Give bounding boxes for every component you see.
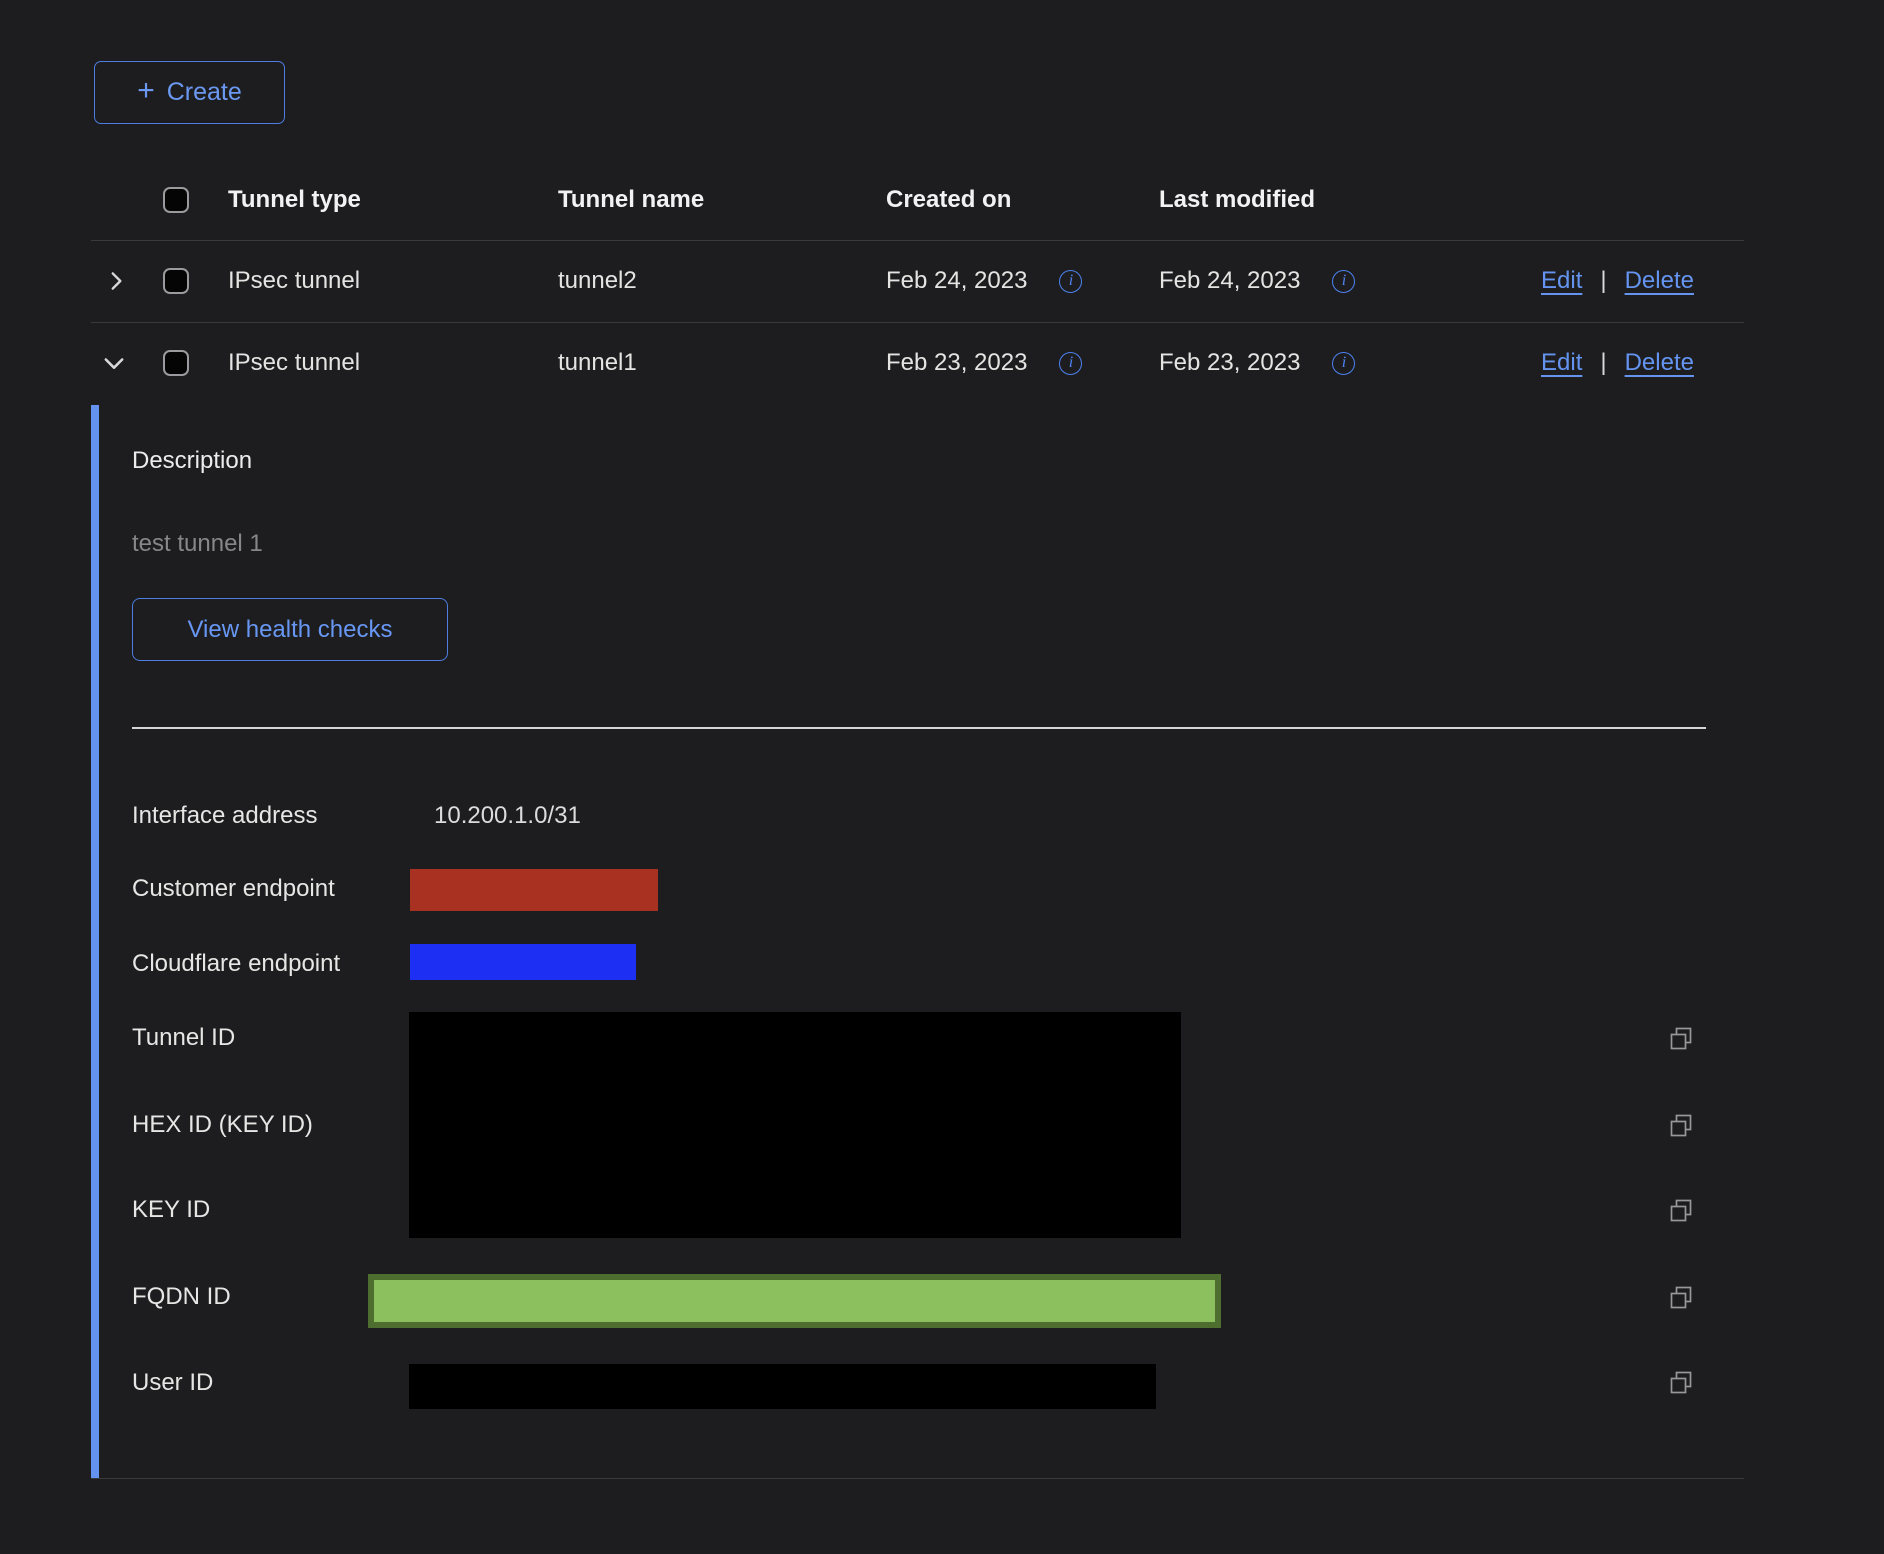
description-value: test tunnel 1	[132, 530, 263, 558]
copy-icon[interactable]	[1668, 1113, 1694, 1139]
plus-icon: +	[137, 76, 155, 106]
tunnel-id-redaction	[409, 1012, 1181, 1238]
tunnel-name-cell: tunnel2	[558, 267, 637, 295]
user-id-label: User ID	[132, 1368, 213, 1398]
header-created-on: Created on	[886, 186, 1011, 214]
view-health-checks-button[interactable]: View health checks	[132, 598, 448, 661]
info-icon[interactable]: i	[1332, 352, 1355, 375]
last-modified-cell: Feb 23, 2023 i	[1159, 349, 1355, 377]
select-all-checkbox[interactable]	[163, 187, 189, 213]
fqdn-id-label: FQDN ID	[132, 1282, 231, 1312]
create-button-label: Create	[167, 78, 242, 107]
row-checkbox[interactable]	[163, 268, 189, 294]
table-row-tunnel1: IPsec tunnel tunnel1 Feb 23, 2023 i Feb …	[0, 322, 1884, 404]
interface-address-value: 10.200.1.0/31	[434, 801, 581, 831]
last-modified-text: Feb 24, 2023	[1159, 267, 1300, 295]
edit-link[interactable]: Edit	[1541, 349, 1582, 377]
copy-icon[interactable]	[1668, 1026, 1694, 1052]
action-separator: |	[1600, 349, 1606, 377]
created-on-text: Feb 24, 2023	[886, 267, 1027, 295]
info-icon[interactable]: i	[1332, 270, 1355, 293]
tunnel-type-cell: IPsec tunnel	[228, 349, 360, 377]
key-id-label: KEY ID	[132, 1195, 210, 1225]
create-button[interactable]: + Create	[94, 61, 285, 124]
interface-address-label: Interface address	[132, 801, 317, 831]
chevron-down-icon[interactable]	[100, 349, 128, 377]
copy-icon[interactable]	[1668, 1198, 1694, 1224]
header-tunnel-name: Tunnel name	[558, 186, 704, 214]
customer-endpoint-redaction	[410, 869, 658, 911]
cloudflare-endpoint-label: Cloudflare endpoint	[132, 949, 340, 979]
last-modified-text: Feb 23, 2023	[1159, 349, 1300, 377]
created-on-text: Feb 23, 2023	[886, 349, 1027, 377]
header-last-modified: Last modified	[1159, 186, 1315, 214]
expanded-panel-bottom-divider	[91, 1478, 1744, 1479]
edit-link[interactable]: Edit	[1541, 267, 1582, 295]
created-on-cell: Feb 23, 2023 i	[886, 349, 1082, 377]
created-on-cell: Feb 24, 2023 i	[886, 267, 1082, 295]
copy-icon[interactable]	[1668, 1370, 1694, 1396]
header-tunnel-type: Tunnel type	[228, 186, 361, 214]
action-separator: |	[1600, 267, 1606, 295]
ipsec-tunnels-page: + Create Tunnel type Tunnel name Created…	[0, 0, 1884, 1554]
section-divider	[132, 727, 1706, 729]
customer-endpoint-label: Customer endpoint	[132, 874, 335, 904]
tunnel-id-label: Tunnel ID	[132, 1023, 235, 1053]
expanded-row-indicator-bar	[91, 405, 99, 1478]
row-actions: Edit | Delete	[1541, 349, 1694, 377]
info-icon[interactable]: i	[1059, 352, 1082, 375]
row-actions: Edit | Delete	[1541, 267, 1694, 295]
copy-icon[interactable]	[1668, 1285, 1694, 1311]
tunnel-name-cell: tunnel1	[558, 349, 637, 377]
fqdn-id-redaction	[368, 1274, 1221, 1328]
row-checkbox[interactable]	[163, 350, 189, 376]
description-label: Description	[132, 447, 252, 475]
delete-link[interactable]: Delete	[1625, 267, 1694, 295]
tunnel-type-cell: IPsec tunnel	[228, 267, 360, 295]
user-id-redaction	[409, 1364, 1156, 1409]
table-header-row: Tunnel type Tunnel name Created on Last …	[0, 160, 1884, 240]
info-icon[interactable]: i	[1059, 270, 1082, 293]
chevron-right-icon[interactable]	[103, 268, 129, 294]
hex-id-label: HEX ID (KEY ID)	[132, 1110, 313, 1140]
table-row-tunnel2: IPsec tunnel tunnel2 Feb 24, 2023 i Feb …	[0, 240, 1884, 322]
cloudflare-endpoint-redaction	[410, 944, 636, 980]
last-modified-cell: Feb 24, 2023 i	[1159, 267, 1355, 295]
delete-link[interactable]: Delete	[1625, 349, 1694, 377]
